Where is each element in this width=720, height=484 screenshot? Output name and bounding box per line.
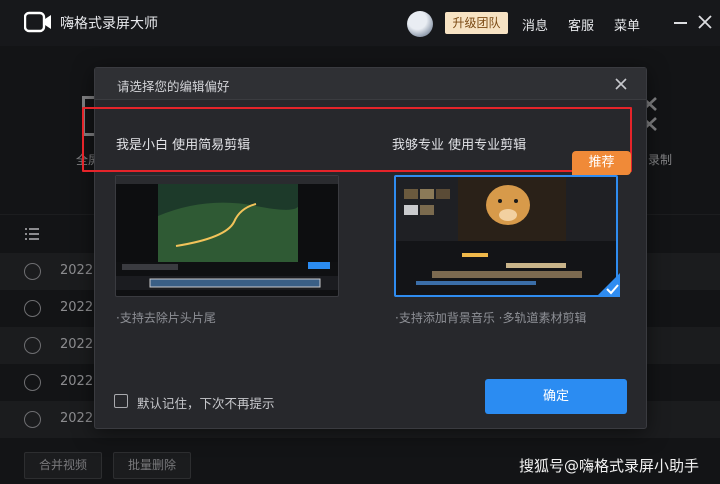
remember-label[interactable]: 默认记住，下次不再提示 — [137, 393, 275, 412]
messages-menu[interactable]: 消息 — [522, 15, 548, 34]
upgrade-team-button[interactable]: 升级团队 — [445, 12, 508, 34]
pro-editor-preview[interactable] — [394, 175, 618, 297]
dialog-close-icon[interactable] — [615, 78, 627, 90]
title-bar: 嗨格式录屏大师 升级团队 消息 客服 菜单 — [0, 0, 720, 46]
close-window-icon[interactable] — [697, 14, 713, 30]
remember-checkbox[interactable] — [114, 394, 128, 408]
simple-edit-description: ·支持去除片头片尾 — [116, 311, 216, 325]
dialog-title: 请选择您的编辑偏好 — [117, 79, 230, 94]
main-menu[interactable]: 菜单 — [614, 15, 640, 34]
camera-logo-icon — [24, 11, 51, 33]
pro-editor-screenshot — [396, 177, 616, 295]
confirm-button[interactable]: 确定 — [485, 379, 627, 414]
support-menu[interactable]: 客服 — [568, 15, 594, 34]
options-highlight-box — [82, 107, 632, 172]
dialog-header: 请选择您的编辑偏好 — [95, 68, 646, 100]
pro-edit-description: ·支持添加背景音乐 ·多轨道素材剪辑 — [395, 311, 587, 325]
app-title: 嗨格式录屏大师 — [60, 16, 158, 32]
recommend-badge: 推荐 — [572, 151, 631, 175]
user-avatar[interactable] — [407, 11, 433, 37]
simple-editor-preview[interactable] — [115, 175, 339, 297]
minimize-icon[interactable] — [674, 22, 687, 24]
watermark: 搜狐号@嗨格式录屏小助手 — [519, 457, 700, 475]
simple-editor-screenshot — [116, 176, 338, 290]
selected-check-icon — [596, 273, 620, 297]
